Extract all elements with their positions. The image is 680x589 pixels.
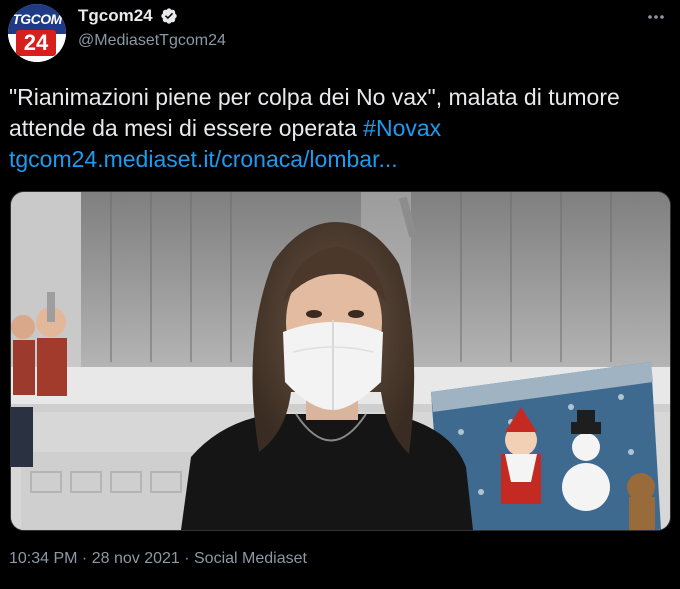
article-link[interactable]: tgcom24.mediaset.it/cronaca/lombar... [9,146,398,172]
meta-separator-2: · [179,550,194,567]
user-handle[interactable]: @MediasetTgcom24 [78,32,226,50]
tweet-meta: 10:34 PM · 28 nov 2021 · Social Mediaset [9,550,307,568]
tweet-date[interactable]: 28 nov 2021 [92,550,180,567]
more-options-icon[interactable] [646,10,666,22]
hashtag-link[interactable]: #Novax [363,115,441,141]
tweet-source[interactable]: Social Mediaset [194,550,307,567]
tweet-text: "Rianimazioni piene per colpa dei No vax… [9,82,669,175]
tweet-photo[interactable] [10,191,671,531]
tweet-time[interactable]: 10:34 PM [9,550,77,567]
author-block: Tgcom24 @MediasetTgcom24 [78,6,226,50]
tweet-card: TGCOM 24 Tgcom24 @MediasetTgcom24 "Riani… [0,0,680,589]
verified-badge-icon [160,7,178,25]
display-name[interactable]: Tgcom24 [78,6,153,26]
avatar-number: 24 [16,30,56,56]
meta-separator: · [77,550,92,567]
tweet-body: "Rianimazioni piene per colpa dei No vax… [9,84,620,141]
avatar[interactable]: TGCOM 24 [8,4,66,62]
